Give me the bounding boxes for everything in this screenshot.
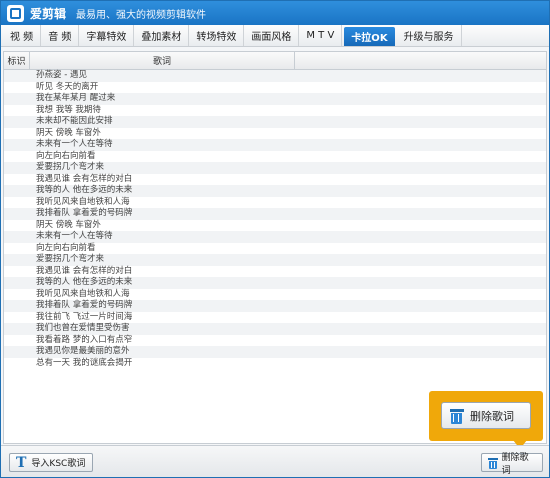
app-window: 爱剪辑 最易用、强大的视频剪辑软件 视 频 音 频 字幕特效 叠加素材 转场特效… — [0, 0, 550, 478]
tab-karaoke[interactable]: 卡拉OK — [344, 27, 395, 46]
lyric-cell: 阴天 傍晚 车窗外 — [36, 219, 101, 230]
lyric-cell: 我遇见谁 会有怎样的对白 — [36, 173, 133, 184]
lyric-cell: 我等的人 他在多远的未来 — [36, 277, 133, 287]
lyric-cell: 我等的人 他在多远的未来 — [36, 185, 133, 195]
table-row[interactable]: 我等的人 他在多远的未来 — [4, 277, 546, 289]
lyric-cell: 我想 我等 我期待 — [36, 104, 101, 115]
delete-lyrics-callout: 删除歌词 — [429, 391, 543, 449]
table-row[interactable]: 总有一天 我的谜底会揭开 — [4, 358, 546, 370]
table-row[interactable]: 我等的人 他在多远的未来 — [4, 185, 546, 197]
lyric-cell: 爱要拐几个弯才来 — [36, 162, 105, 172]
table-row[interactable]: 未来却不能因此安排 — [4, 116, 546, 128]
tab-bar: 视 频 音 频 字幕特效 叠加素材 转场特效 画面风格 M T V 卡拉OK 升… — [1, 25, 549, 47]
lyrics-table: 标识 歌词 孙燕姿 - 遇见 听见 冬天的离开 我在某年某月 醒过来 我想 我等… — [3, 51, 547, 444]
lyric-cell: 未来却不能因此安排 — [36, 116, 113, 126]
lyric-cell: 我在某年某月 醒过来 — [36, 93, 116, 103]
app-logo-icon — [7, 4, 24, 22]
table-row[interactable]: 我排着队 拿着爱的号码牌 — [4, 208, 546, 220]
lyric-cell: 孙燕姿 - 遇见 — [36, 70, 87, 80]
tab-overlay-materials[interactable]: 叠加素材 — [134, 25, 190, 46]
lyric-cell: 我看着路 梦的入口有点窄 — [36, 334, 133, 345]
table-row[interactable]: 我看着路 梦的入口有点窄 — [4, 335, 546, 347]
table-row[interactable]: 孙燕姿 - 遇见 — [4, 70, 546, 82]
lyric-cell: 我们也曾在爱情里受伤害 — [36, 323, 130, 333]
table-row[interactable]: 爱要拐几个弯才来 — [4, 162, 546, 174]
title-bar: 爱剪辑 最易用、强大的视频剪辑软件 — [1, 1, 549, 25]
table-row[interactable]: 爱要拐几个弯才来 — [4, 254, 546, 266]
delete-lyrics-button[interactable]: 删除歌词 — [481, 453, 543, 476]
tab-subtitle-effects[interactable]: 字幕特效 — [79, 25, 135, 46]
table-row[interactable]: 我听见风来自地铁和人海 — [4, 289, 546, 301]
table-body: 孙燕姿 - 遇见 听见 冬天的离开 我在某年某月 醒过来 我想 我等 我期待 未… — [4, 70, 546, 369]
lyric-cell: 向左向右向前看 — [36, 242, 96, 253]
table-row[interactable]: 我听见风来自地铁和人海 — [4, 197, 546, 209]
tab-audio[interactable]: 音 频 — [41, 25, 80, 46]
table-row[interactable]: 我在某年某月 醒过来 — [4, 93, 546, 105]
table-row[interactable]: 向左向右向前看 — [4, 151, 546, 163]
column-header-index[interactable]: 标识 — [4, 52, 30, 69]
table-row[interactable]: 我遇见谁 会有怎样的对白 — [4, 174, 546, 186]
trash-icon — [450, 408, 464, 424]
lyric-cell: 听见 冬天的离开 — [36, 81, 99, 92]
tab-upgrade-service[interactable]: 升级与服务 — [397, 25, 462, 46]
app-title: 爱剪辑 — [30, 6, 67, 21]
table-row[interactable]: 向左向右向前看 — [4, 243, 546, 255]
lyric-cell: 我遇见谁 会有怎样的对白 — [36, 265, 133, 276]
table-header: 标识 歌词 — [4, 52, 546, 70]
trash-icon — [488, 457, 498, 469]
lyric-cell: 我排着队 拿着爱的号码牌 — [36, 208, 133, 218]
table-row[interactable]: 听见 冬天的离开 — [4, 82, 546, 94]
import-button-label: 导入KSC歌词 — [31, 459, 86, 469]
table-row[interactable]: 我们也曾在爱情里受伤害 — [4, 323, 546, 335]
lyric-cell: 向左向右向前看 — [36, 150, 96, 161]
lyric-cell: 未来有一个人在等待 — [36, 231, 113, 241]
table-row[interactable]: 我想 我等 我期待 — [4, 105, 546, 117]
text-t-icon: T — [16, 454, 27, 471]
table-row[interactable]: 我排着队 拿着爱的号码牌 — [4, 300, 546, 312]
lyric-cell: 我往前飞 飞过一片时间海 — [36, 311, 133, 322]
table-row[interactable]: 我往前飞 飞过一片时间海 — [4, 312, 546, 324]
tab-picture-style[interactable]: 画面风格 — [244, 25, 300, 46]
lyric-cell: 我听见风来自地铁和人海 — [36, 196, 130, 207]
lyric-cell: 未来有一个人在等待 — [36, 139, 113, 149]
table-row[interactable]: 我遇见你是最美丽的意外 — [4, 346, 546, 358]
table-row[interactable]: 未来有一个人在等待 — [4, 231, 546, 243]
lyric-cell: 爱要拐几个弯才来 — [36, 254, 105, 264]
tab-mtv[interactable]: M T V — [299, 25, 343, 46]
tab-transition-effects[interactable]: 转场特效 — [189, 25, 245, 46]
table-row[interactable]: 阴天 傍晚 车窗外 — [4, 220, 546, 232]
column-header-lyric[interactable]: 歌词 — [30, 52, 295, 69]
app-subtitle: 最易用、强大的视频剪辑软件 — [76, 9, 207, 21]
tab-video[interactable]: 视 频 — [3, 25, 42, 46]
callout-delete-lyrics-button[interactable]: 删除歌词 — [441, 402, 531, 429]
lyric-cell: 我排着队 拿着爱的号码牌 — [36, 300, 133, 310]
table-row[interactable]: 阴天 傍晚 车窗外 — [4, 128, 546, 140]
lyric-cell: 总有一天 我的谜底会揭开 — [36, 357, 133, 368]
lyric-cell: 我听见风来自地铁和人海 — [36, 288, 130, 299]
table-row[interactable]: 未来有一个人在等待 — [4, 139, 546, 151]
table-row[interactable]: 我遇见谁 会有怎样的对白 — [4, 266, 546, 278]
lyric-cell: 阴天 傍晚 车窗外 — [36, 127, 101, 138]
callout-delete-label: 删除歌词 — [470, 409, 514, 423]
delete-button-label: 删除歌词 — [501, 452, 529, 476]
bottom-toolbar: T 导入KSC歌词 删除歌词 — [1, 445, 549, 477]
lyric-cell: 我遇见你是最美丽的意外 — [36, 346, 130, 356]
import-ksc-lyrics-button[interactable]: T 导入KSC歌词 — [9, 453, 93, 472]
